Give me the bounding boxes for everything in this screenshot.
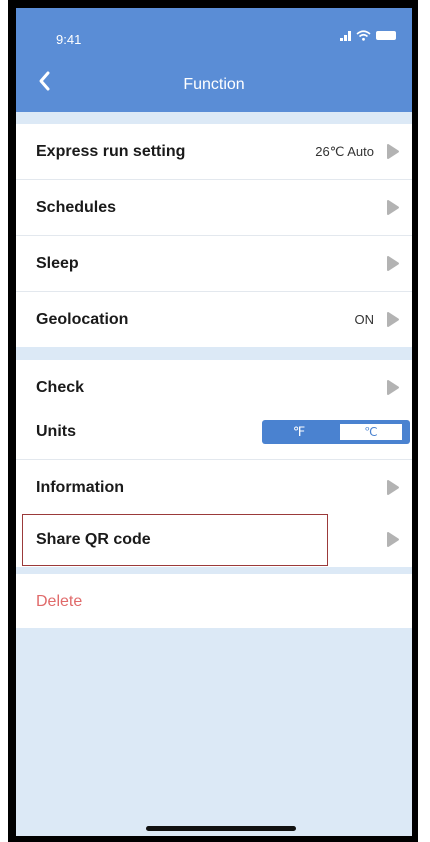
express-run-value: 26℃ Auto [315,144,374,159]
arrow-right-icon [387,144,399,159]
row-label: Share QR code [36,531,151,548]
units-toggle[interactable]: ℉ ℃ [262,420,410,444]
units-option-fahrenheit[interactable]: ℉ [262,420,336,444]
units-option-celsius[interactable]: ℃ [340,424,402,440]
settings-row-geolocation[interactable]: Geolocation ON [16,292,412,347]
delete-button[interactable]: Delete [36,574,82,629]
row-label: Units [36,423,76,440]
settings-row-sleep[interactable]: Sleep [16,236,412,292]
arrow-right-icon [387,256,399,271]
phone-screen: 9:41 Function Express run setting 26℃ Au… [16,8,412,836]
geolocation-value: ON [354,312,375,327]
status-icons [340,30,396,41]
settings-row-delete[interactable]: Delete [16,574,412,628]
home-indicator [146,826,296,831]
arrow-right-icon [387,200,399,215]
settings-row-information[interactable]: Information [16,460,412,516]
wifi-icon [356,30,371,41]
signal-icon [340,30,351,41]
row-label: Geolocation [36,311,129,328]
row-label: Information [36,479,124,496]
settings-row-share-qr[interactable]: Share QR code [16,512,412,567]
arrow-right-icon [387,380,399,395]
settings-row-schedules[interactable]: Schedules [16,180,412,236]
row-label: Sleep [36,255,79,272]
arrow-right-icon [387,312,399,327]
settings-row-express-run[interactable]: Express run setting 26℃ Auto [16,124,412,180]
navigation-header: 9:41 Function [16,8,412,112]
battery-icon [376,31,396,40]
arrow-right-icon [387,480,399,495]
row-label: Express run setting [36,143,186,160]
row-label: Schedules [36,199,117,216]
status-time: 9:41 [56,32,82,47]
page-title: Function [183,76,245,93]
arrow-right-icon [387,532,399,547]
